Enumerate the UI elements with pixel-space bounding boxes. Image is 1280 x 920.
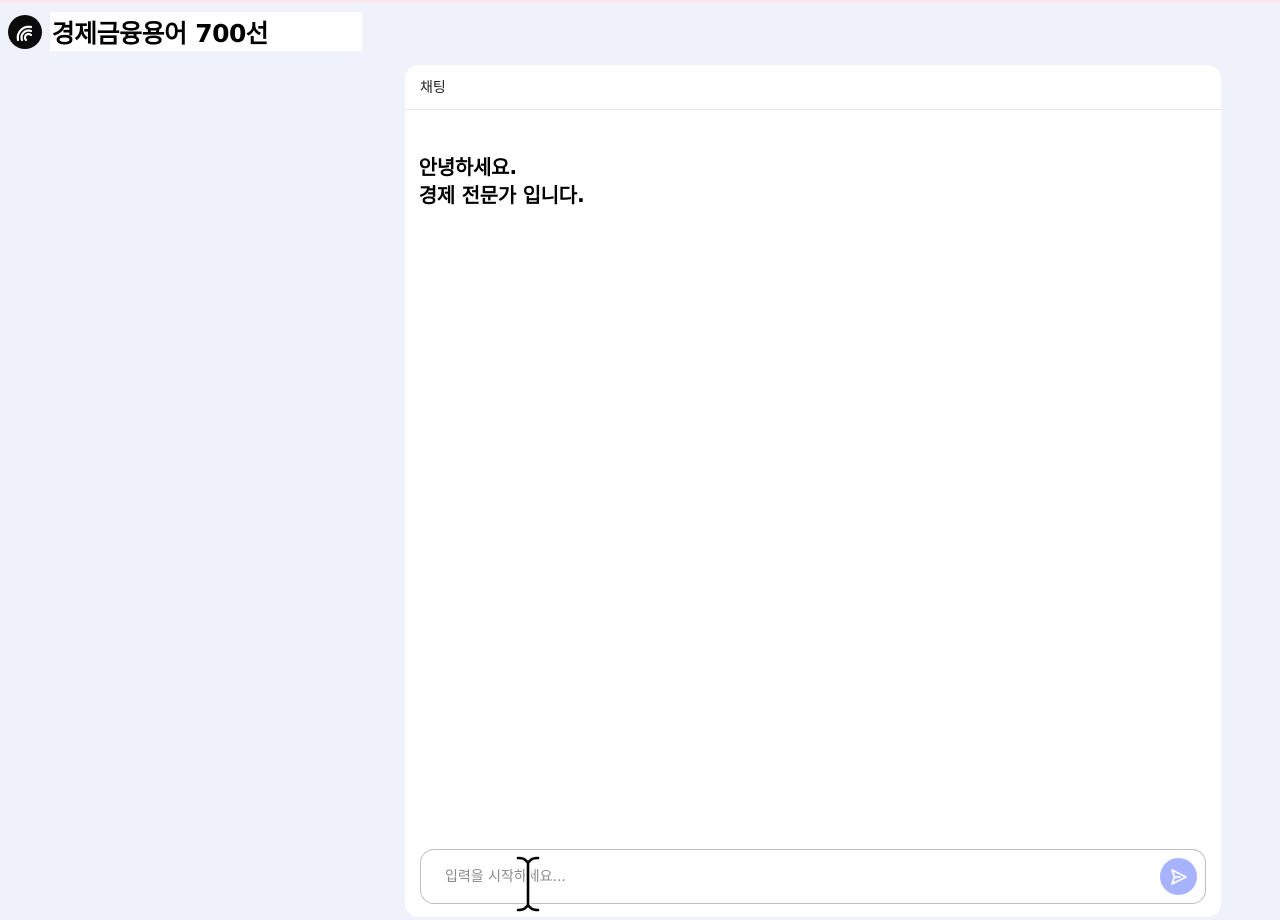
top-accent-line xyxy=(0,0,1280,3)
app-header: 경제금융용어 700선 xyxy=(8,12,362,51)
chat-input-bar xyxy=(420,849,1206,904)
chat-input[interactable] xyxy=(443,860,1160,893)
chat-message-list: 안녕하세요. 경제 전문가 입니다. xyxy=(419,153,1207,209)
chat-header-label: 채팅 xyxy=(420,80,446,96)
app-title: 경제금융용어 700선 xyxy=(52,18,269,48)
send-button[interactable] xyxy=(1160,858,1197,895)
signal-arcs-icon xyxy=(8,14,42,49)
app-title-container: 경제금융용어 700선 xyxy=(50,12,362,51)
send-arrow-icon xyxy=(1170,868,1187,885)
chat-panel: 채팅 안녕하세요. 경제 전문가 입니다. xyxy=(405,65,1221,917)
assistant-message: 안녕하세요. 경제 전문가 입니다. xyxy=(419,155,585,207)
chat-header: 채팅 xyxy=(405,65,1221,110)
